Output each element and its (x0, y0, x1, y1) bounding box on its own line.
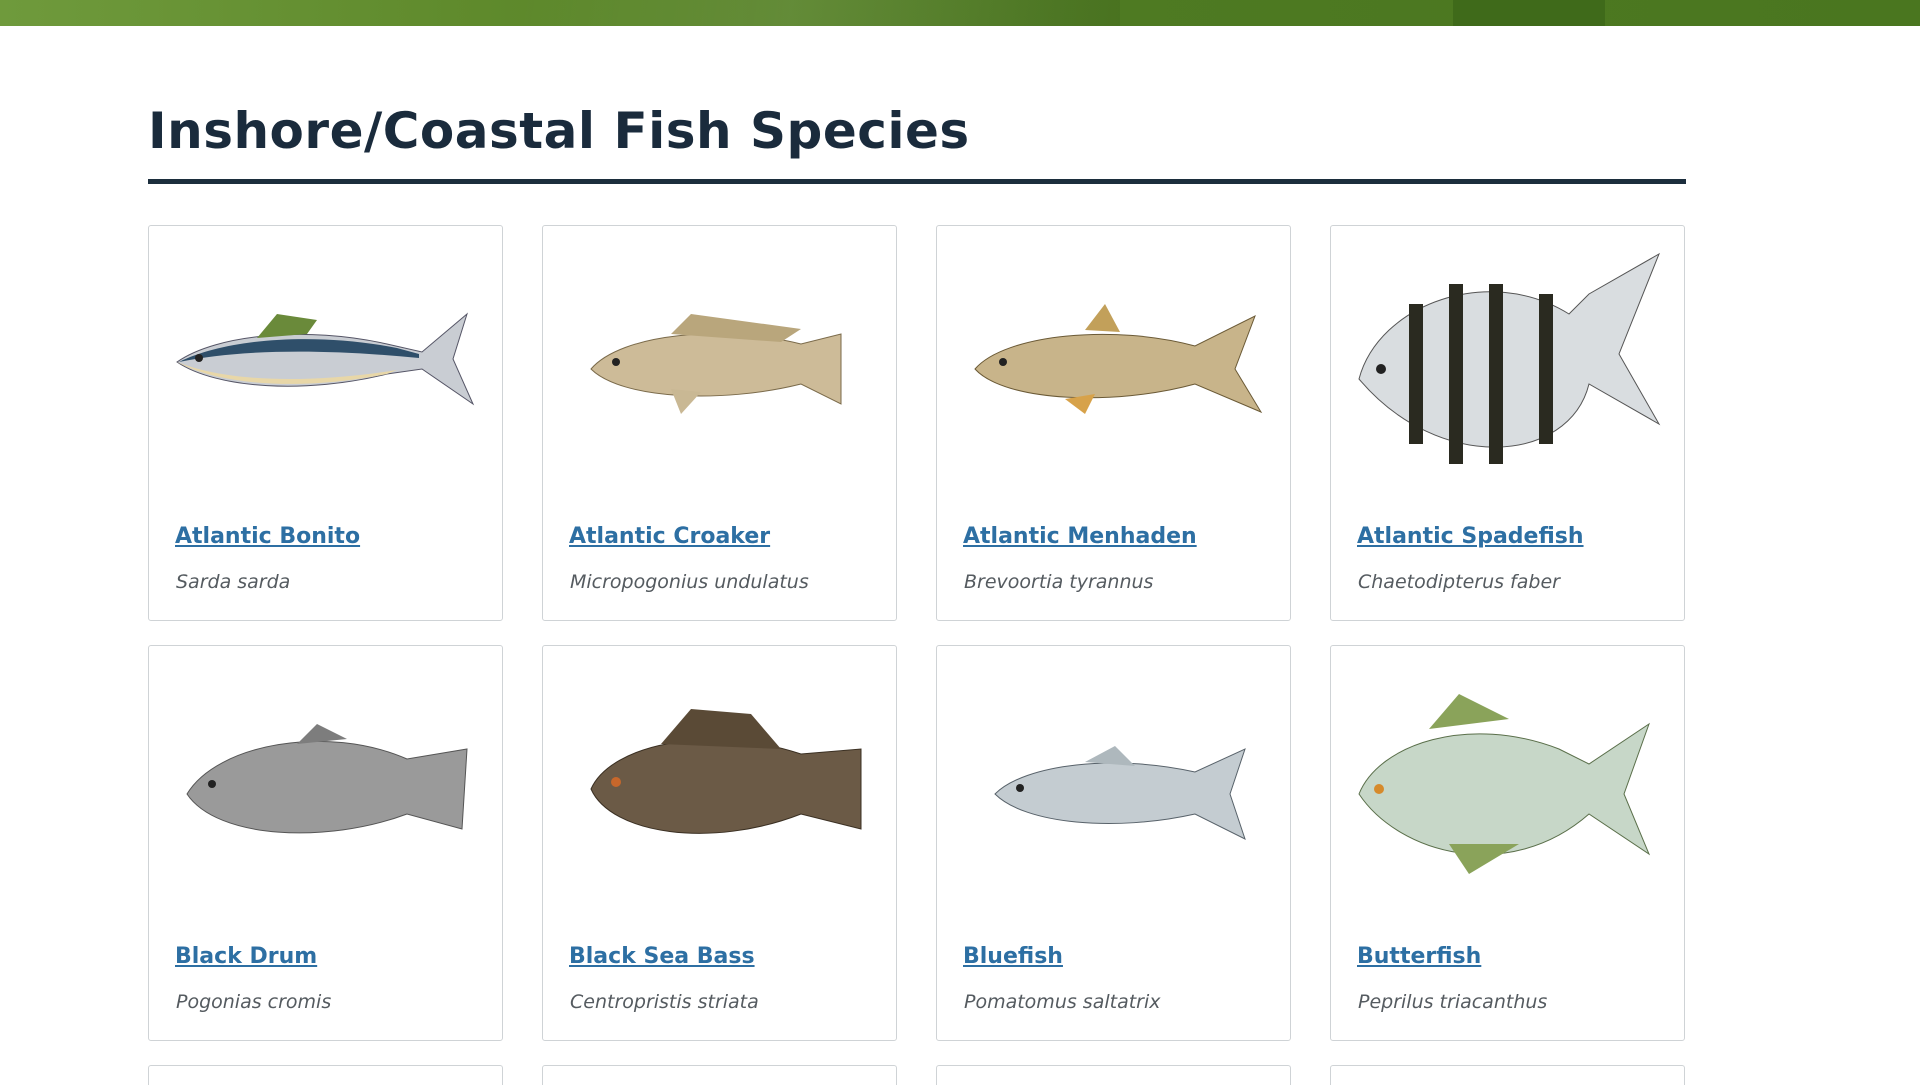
species-link[interactable]: Atlantic Croaker (569, 524, 770, 549)
species-card (936, 1065, 1291, 1085)
species-card: Black Drum Pogonias cromis (148, 645, 503, 1041)
top-banner (0, 0, 1920, 26)
species-card (542, 1065, 897, 1085)
scientific-name: Centropristis striata (570, 991, 759, 1013)
bonito-illustration[interactable] (157, 234, 494, 504)
bluefish-illustration[interactable] (945, 654, 1282, 924)
species-link[interactable]: Black Sea Bass (569, 944, 755, 969)
black-drum-illustration[interactable] (157, 654, 494, 924)
scientific-name: Sarda sarda (176, 571, 291, 593)
species-link[interactable]: Butterfish (1357, 944, 1481, 969)
scientific-name: Peprilus triacanthus (1358, 991, 1548, 1013)
banner-decoration (520, 0, 1120, 26)
species-link[interactable]: Bluefish (963, 944, 1063, 969)
scientific-name: Pogonias cromis (176, 991, 332, 1013)
species-card (1330, 1065, 1685, 1085)
species-link[interactable]: Atlantic Menhaden (963, 524, 1197, 549)
species-card: Black Sea Bass Centropristis striata (542, 645, 897, 1041)
butterfish-illustration[interactable] (1339, 654, 1676, 924)
scientific-name: Brevoortia tyrannus (964, 571, 1154, 593)
menhaden-illustration[interactable] (945, 234, 1282, 504)
species-link[interactable]: Black Drum (175, 944, 317, 969)
scientific-name: Chaetodipterus faber (1358, 571, 1560, 593)
species-card: Atlantic Spadefish Chaetodipterus faber (1330, 225, 1685, 621)
species-link[interactable]: Atlantic Bonito (175, 524, 360, 549)
species-card: Atlantic Menhaden Brevoortia tyrannus (936, 225, 1291, 621)
species-card: Atlantic Croaker Micropogonius undulatus (542, 225, 897, 621)
species-link[interactable]: Atlantic Spadefish (1357, 524, 1584, 549)
species-card: Bluefish Pomatomus saltatrix (936, 645, 1291, 1041)
species-card: Butterfish Peprilus triacanthus (1330, 645, 1685, 1041)
banner-block (1453, 0, 1605, 26)
page-title: Inshore/Coastal Fish Species (148, 102, 970, 160)
species-card: Atlantic Bonito Sarda sarda (148, 225, 503, 621)
species-card (148, 1065, 503, 1085)
black-sea-bass-illustration[interactable] (551, 654, 888, 924)
scientific-name: Micropogonius undulatus (570, 571, 809, 593)
croaker-illustration[interactable] (551, 234, 888, 504)
title-divider (148, 179, 1686, 184)
scientific-name: Pomatomus saltatrix (964, 991, 1161, 1013)
spadefish-illustration[interactable] (1339, 234, 1676, 504)
